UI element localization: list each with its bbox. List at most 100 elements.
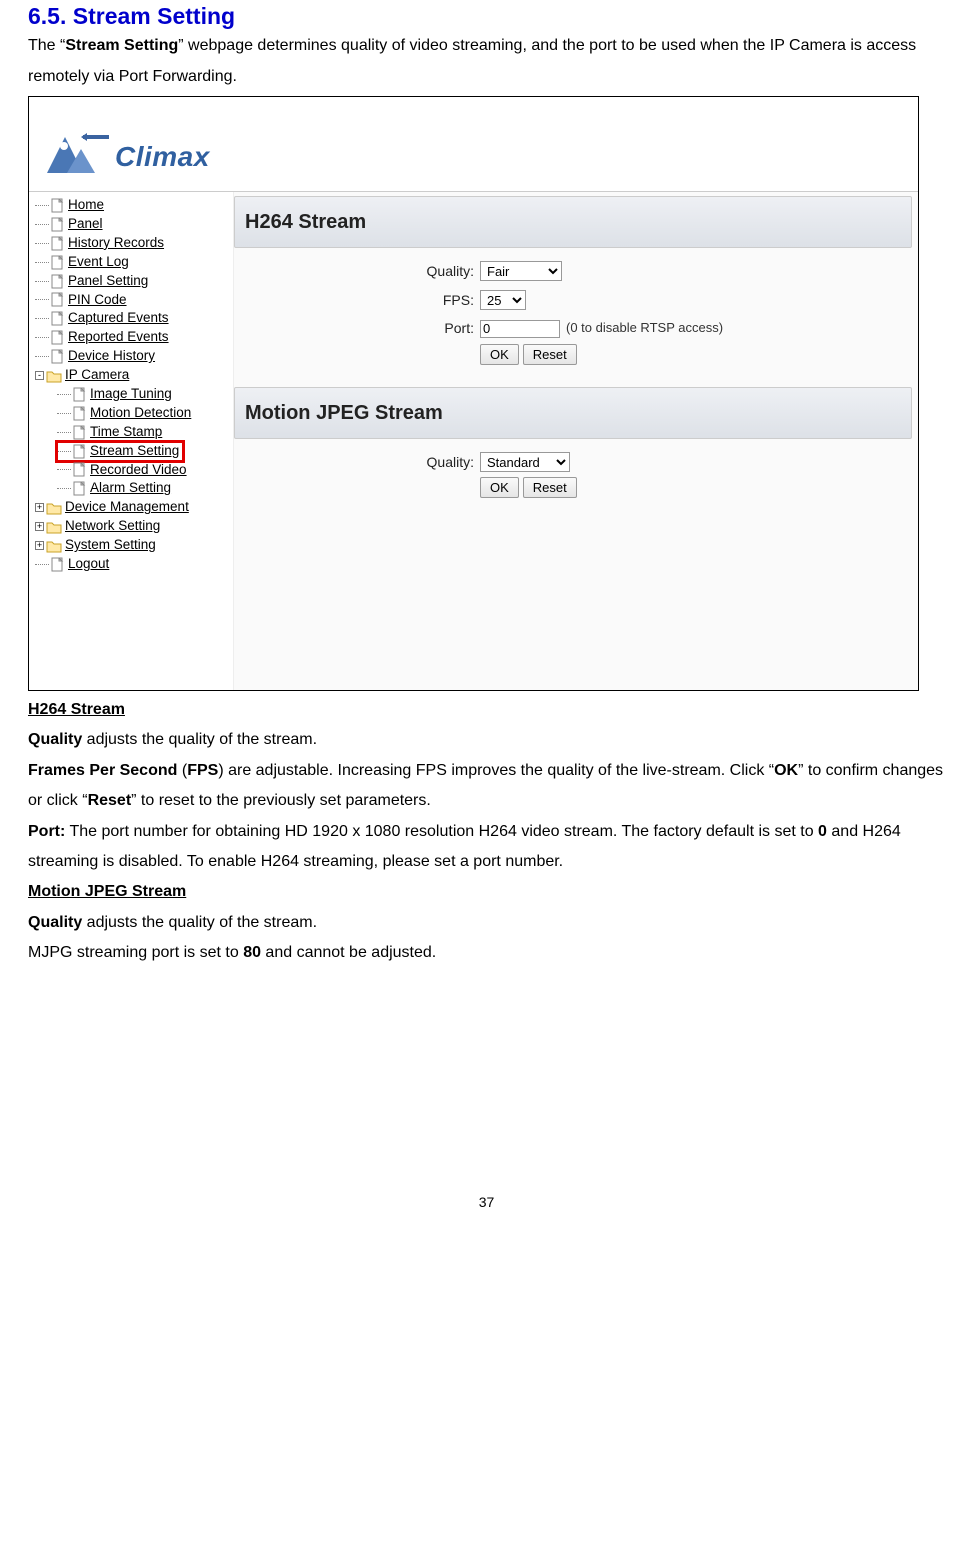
row-fps: FPS: 25 [234,287,918,314]
fps-end: ” to reset to the previously set paramet… [131,792,431,809]
doc-icon [51,557,65,572]
doc-icon [51,349,65,364]
mj-q-bold: Quality [28,914,82,931]
tree-item-history-records[interactable]: History Records [35,234,233,253]
port-label: Port: [234,315,474,342]
quality-label: Quality: [234,258,474,285]
tree-item-logout[interactable]: Logout [35,555,233,574]
mj-port-post: and cannot be adjusted. [261,944,436,961]
doc-icon [51,236,65,251]
h264-form: Quality: Fair FPS: 25 Port: (0 to disabl… [234,252,918,383]
tree-item-alarm-setting[interactable]: Alarm Setting [35,479,233,498]
tree-label: Home [68,197,104,212]
doc-icon [51,217,65,232]
collapse-icon[interactable]: - [35,371,44,380]
fps-paren-post: ) are adjustable. Increasing FPS improve… [218,762,774,779]
mj-q-rest: adjusts the quality of the stream. [82,914,317,931]
tree-label: Panel [68,216,103,231]
logo-text: Climax [115,130,210,183]
tree-label: Captured Events [68,310,169,325]
tree-label: Image Tuning [90,386,172,401]
expand-icon[interactable]: + [35,541,44,550]
h264-panel-header: H264 Stream [234,196,912,248]
port-rest1: The port number for obtaining HD 1920 x … [65,823,818,840]
tree-item-motion-detection[interactable]: Motion Detection [35,404,233,423]
row-port: Port: (0 to disable RTSP access) [234,315,918,342]
tree-item-reported-events[interactable]: Reported Events [35,328,233,347]
tree-label: Device Management [65,499,189,514]
folder-open-icon [46,369,62,383]
ok-button[interactable]: OK [480,344,519,365]
tree-folder-system-setting[interactable]: +System Setting [35,536,233,555]
doc-icon [73,444,87,459]
tree-label: Recorded Video [90,462,187,477]
quality-select[interactable]: Fair [480,261,562,281]
doc-icon [73,406,87,421]
tree-label: Stream Setting [90,443,179,458]
tree-item-panel-setting[interactable]: Panel Setting [35,272,233,291]
row-quality: Quality: Fair [234,258,918,285]
tree-item-home[interactable]: Home [35,196,233,215]
tree-label: IP Camera [65,367,129,382]
content-area: H264 Stream Quality: Fair FPS: 25 Port: [234,192,918,690]
mj-quality-select[interactable]: Standard [480,452,570,472]
ok-bold: OK [774,762,798,779]
doc-icon [51,255,65,270]
doc-icon [73,425,87,440]
h264-button-row: OK Reset [234,344,918,365]
tree-label: Reported Events [68,329,169,344]
logo-bar: Climax [29,97,918,192]
doc-icon [51,198,65,213]
doc-icon [73,387,87,402]
mjpeg-button-row: OK Reset [234,477,918,498]
reset-button[interactable]: Reset [523,344,577,365]
mj-reset-button[interactable]: Reset [523,477,577,498]
tree-item-recorded-video[interactable]: Recorded Video [35,461,233,480]
doc-icon [51,330,65,345]
tree-item-pin-code[interactable]: PIN Code [35,291,233,310]
tree-folder-device-management[interactable]: + Device Management [35,498,233,517]
doc-icon [73,481,87,496]
tree-label: Network Setting [65,518,160,533]
tree-label: History Records [68,235,164,250]
intro-text-pre: The “ [28,37,65,54]
fps-select[interactable]: 25 [480,290,526,310]
quality-rest: adjusts the quality of the stream. [82,731,317,748]
section-heading: 6.5. Stream Setting [28,4,945,29]
mjpeg-form: Quality: Standard OK Reset [234,443,918,517]
frame-body: Home Panel History Records Event Log Pan… [29,192,918,690]
mj-port-bold: 80 [243,944,261,961]
doc-icon [51,274,65,289]
mj-ok-button[interactable]: OK [480,477,519,498]
port-input[interactable] [480,320,560,338]
fps-bold2: FPS [187,762,218,779]
tree-folder-network-setting[interactable]: + Network Setting [35,517,233,536]
h264-title: H264 Stream [28,701,125,718]
doc-icon [51,292,65,307]
tree-item-image-tuning[interactable]: Image Tuning [35,385,233,404]
expand-icon[interactable]: + [35,522,44,531]
expand-icon[interactable]: + [35,503,44,512]
tree-item-time-stamp[interactable]: Time Stamp [35,423,233,442]
port-bold: Port: [28,823,65,840]
mj-quality-label: Quality: [234,449,474,476]
fps-bold1: Frames Per Second [28,762,177,779]
row-mj-quality: Quality: Standard [234,449,918,476]
tree-item-stream-setting[interactable]: Stream Setting [35,442,233,461]
folder-icon [46,539,62,553]
tree-folder-ipcamera[interactable]: - IP Camera [35,366,233,385]
screenshot-frame: Climax Home Panel History Records Event … [28,96,919,691]
nav-tree: Home Panel History Records Event Log Pan… [29,192,234,690]
tree-item-device-history[interactable]: Device History [35,347,233,366]
tree-label: Panel Setting [68,273,148,288]
quality-bold: Quality [28,731,82,748]
port-zero-bold: 0 [818,823,827,840]
tree-item-event-log[interactable]: Event Log [35,253,233,272]
tree-label: Event Log [68,254,129,269]
tree-item-captured-events[interactable]: Captured Events [35,309,233,328]
reset-bold: Reset [88,792,132,809]
tree-item-panel[interactable]: Panel [35,215,233,234]
fps-label: FPS: [234,287,474,314]
tree-label: Device History [68,348,155,363]
mj-title: Motion JPEG Stream [28,883,186,900]
